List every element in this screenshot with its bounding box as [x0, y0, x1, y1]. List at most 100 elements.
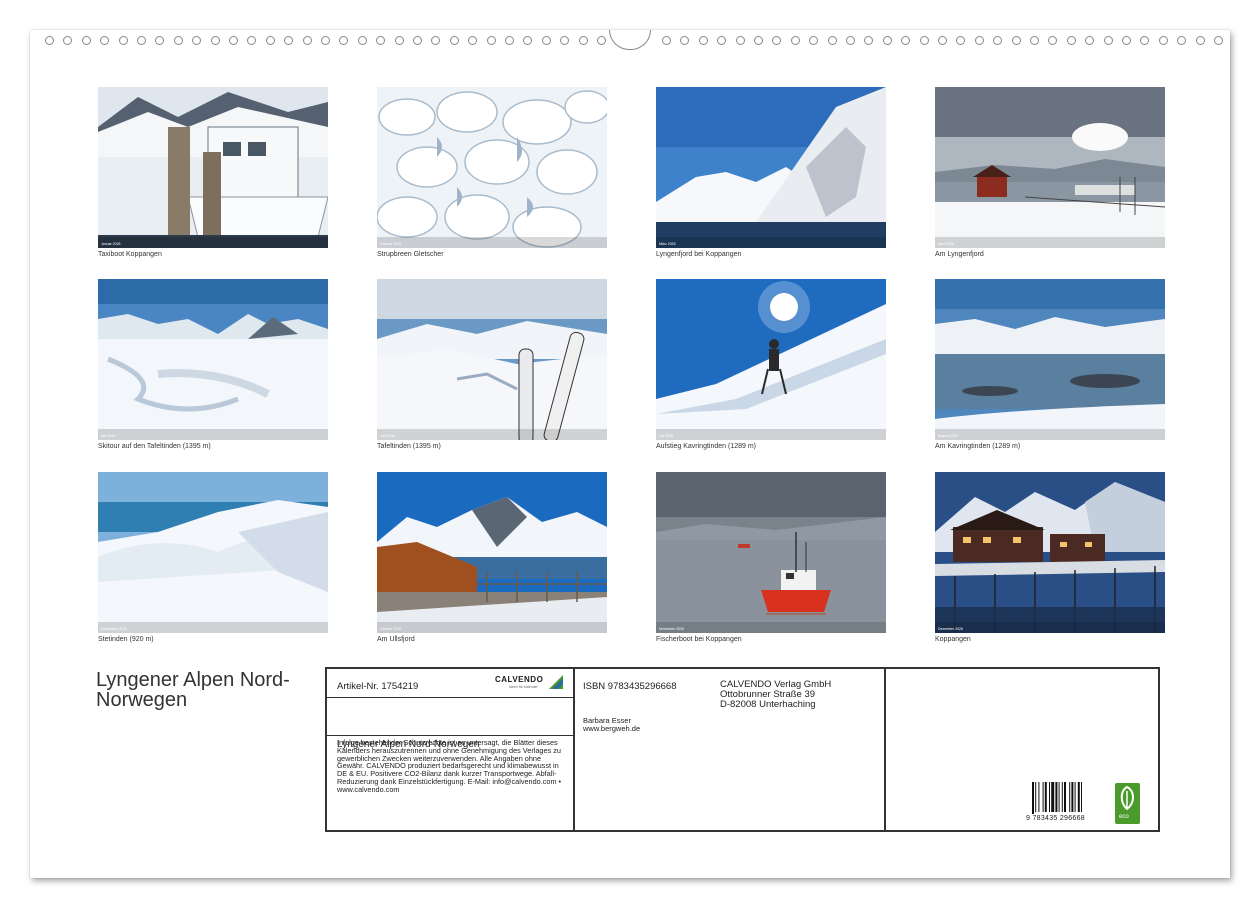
month-mini-label: März 2026 — [659, 242, 676, 246]
photo-caption: Tafeltinden (1395 m) — [377, 443, 441, 450]
binding-ring — [210, 36, 220, 45]
binding-ring — [449, 36, 459, 45]
calvendo-tagline: Ideen für Kalender — [509, 685, 538, 689]
binding-ring — [1140, 36, 1150, 45]
binding-ring — [1030, 36, 1039, 45]
binding-ring — [247, 36, 257, 45]
binding-ring — [974, 36, 984, 45]
binding-ring — [1011, 36, 1021, 45]
binding-ring — [1122, 36, 1131, 45]
binding-ring — [846, 36, 855, 45]
month-photo: Oktober 2026 — [377, 472, 607, 633]
month-tile: Februar 2026 Strupbreen Gletscher — [377, 87, 607, 269]
binding-ring — [394, 36, 404, 45]
month-mini-label: Juli 2026 — [659, 434, 673, 438]
artikel-row: Artikel-Nr. 1754219 CALVENDO Ideen für K… — [327, 669, 573, 698]
binding-ring — [560, 36, 570, 45]
binding-ring — [541, 36, 551, 45]
binding-ring — [192, 36, 202, 45]
binding-ring — [523, 36, 533, 45]
month-tile: Juli 2026 Aufstieg Kavringtinden (1289 m) — [656, 279, 886, 461]
binding-ring — [1103, 36, 1113, 45]
month-tile: September 2026 Stetinden (920 m) — [98, 472, 328, 654]
photo-caption: Fischerboot bei Koppangen — [656, 636, 742, 643]
month-photo: August 2026 — [935, 279, 1165, 440]
leaf-icon — [1120, 785, 1134, 811]
binding-ring — [155, 36, 165, 45]
binding-ring — [1066, 36, 1076, 45]
photo-caption: Aufstieg Kavringtinden (1289 m) — [656, 443, 756, 450]
legal-notice: Infolge bestehender Schutzrechte ist es … — [337, 738, 562, 794]
info-column-left: Artikel-Nr. 1754219 CALVENDO Ideen für K… — [327, 669, 575, 830]
binding-ring — [809, 36, 819, 45]
month-mini-label: Juni 2026 — [380, 434, 395, 438]
binding-ring — [698, 36, 708, 45]
binding-ring — [735, 36, 745, 45]
binding-ring — [993, 36, 1003, 45]
photo-illustration: Juli 2026 — [656, 279, 886, 440]
binding-ring — [938, 36, 947, 45]
month-mini-label: Mai 2026 — [101, 434, 115, 438]
info-column-middle: ISBN 9783435296668 Barbara Esser www.ber… — [573, 669, 886, 830]
binding-ring — [1195, 36, 1205, 45]
month-mini-label: Dezember 2026 — [938, 627, 963, 631]
binding-ring — [662, 36, 671, 45]
photo-illustration: Juni 2026 — [377, 279, 607, 440]
author-block: Barbara Esser www.bergweh.de — [583, 717, 640, 733]
month-tile: April 2026 Am Lyngenfjord — [935, 87, 1165, 269]
binding-ring — [680, 36, 690, 45]
month-mini-label: Februar 2026 — [380, 242, 401, 246]
binding-ring — [919, 36, 929, 45]
binding-ring — [597, 36, 606, 45]
binding-ring — [882, 36, 892, 45]
month-mini-label: November 2026 — [659, 627, 684, 631]
month-photo: Februar 2026 — [377, 87, 607, 248]
photo-caption: Am Ullsfjord — [377, 636, 415, 643]
binding-ring — [901, 36, 911, 45]
binding-ring — [468, 36, 478, 45]
eco-text: eco — [1119, 814, 1129, 820]
month-photo: Juni 2026 — [377, 279, 607, 440]
binding-ring — [265, 36, 275, 45]
barcode-number: 9 783435 296668 — [1026, 815, 1085, 822]
month-tile: Mai 2026 Skitour auf den Tafeltinden (139… — [98, 279, 328, 461]
photo-illustration: November 2026 — [656, 472, 886, 633]
month-photo: Dezember 2026 — [935, 472, 1165, 633]
info-panel: Artikel-Nr. 1754219 CALVENDO Ideen für K… — [325, 667, 1160, 832]
publisher-block: CALVENDO Verlag GmbH Ottobrunner Straße … — [720, 680, 831, 710]
month-tile: November 2026 Fischerboot bei Koppangen — [656, 472, 886, 654]
binding-ring — [321, 36, 330, 45]
month-photo: März 2026 — [656, 87, 886, 248]
photo-caption: Am Lyngenfjord — [935, 251, 984, 258]
month-tile: Oktober 2026 Am Ullsfjord — [377, 472, 607, 654]
binding-ring — [339, 36, 349, 45]
month-mini-label: August 2026 — [938, 434, 958, 438]
binding-ring — [376, 36, 386, 45]
barcode — [1032, 782, 1082, 814]
month-mini-label: April 2026 — [938, 242, 954, 246]
binding-ring — [413, 36, 422, 45]
calendar-title: Lyngener Alpen Nord-Norwegen — [96, 669, 290, 711]
month-mini-label: Oktober 2026 — [380, 627, 401, 631]
binding-ring — [302, 36, 312, 45]
book-title-row: Lyngener Alpen Nord-Norwegen — [327, 698, 573, 750]
photo-illustration: August 2026 — [935, 279, 1165, 440]
binding-ring — [1177, 36, 1187, 45]
isbn: ISBN 9783435296668 — [583, 681, 677, 692]
month-photo: September 2026 — [98, 472, 328, 633]
binding-ring — [284, 36, 294, 45]
binding-ring — [505, 36, 514, 45]
photo-caption: Stetinden (920 m) — [98, 636, 154, 643]
binding-ring — [229, 36, 238, 45]
photo-illustration: April 2026 — [935, 87, 1165, 248]
photo-caption: Koppangen — [935, 636, 971, 643]
artikel-number: Artikel-Nr. 1754219 — [337, 681, 419, 692]
binding-ring — [1085, 36, 1095, 45]
binding-ring — [1214, 36, 1223, 45]
month-mini-label: September 2026 — [101, 627, 127, 631]
binding-ring — [956, 36, 966, 45]
photo-caption: Strupbreen Gletscher — [377, 251, 444, 258]
photo-caption: Taxiboot Koppangen — [98, 251, 162, 258]
binding-ring — [790, 36, 800, 45]
eco-label: eco — [1115, 783, 1140, 824]
